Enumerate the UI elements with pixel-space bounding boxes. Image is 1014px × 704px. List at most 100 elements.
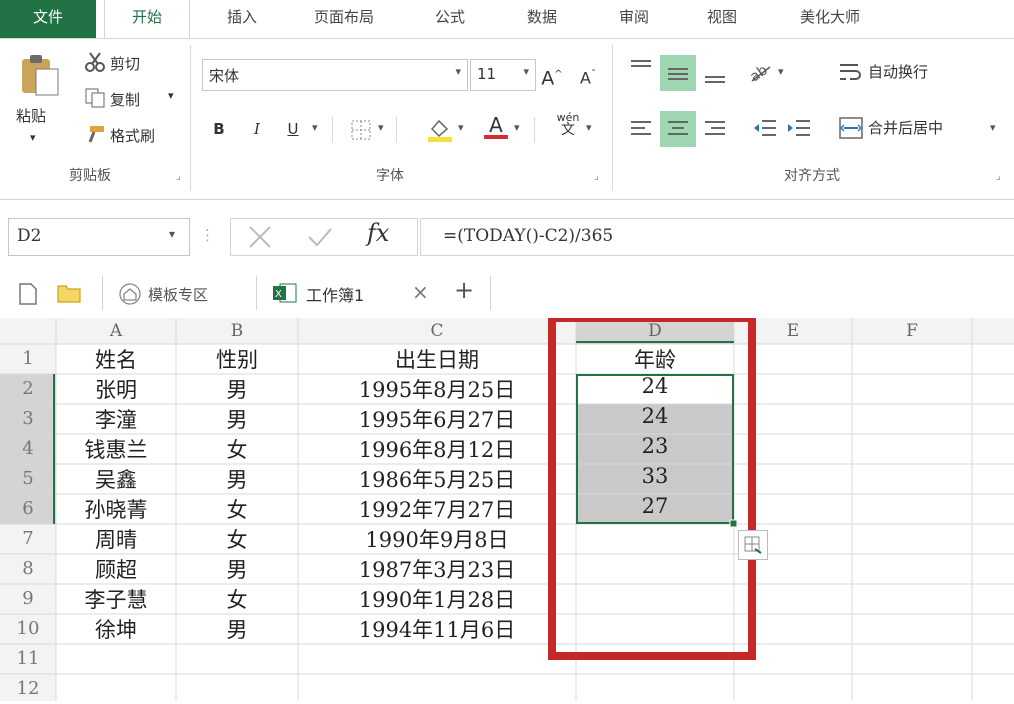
paste-dropdown-icon[interactable]: ▾ bbox=[30, 131, 36, 144]
row-header[interactable]: 6 bbox=[0, 494, 56, 524]
cell-b6[interactable]: 女 bbox=[176, 494, 298, 524]
font-launcher-icon[interactable]: ⌟ bbox=[594, 171, 599, 182]
new-file-icon[interactable] bbox=[18, 282, 38, 306]
cell-d5[interactable]: 33 bbox=[576, 464, 734, 488]
cell-c3[interactable]: 1995年6月27日 bbox=[298, 404, 576, 434]
cell-b8[interactable]: 男 bbox=[176, 554, 298, 584]
cell-a5[interactable]: 吴鑫 bbox=[56, 464, 176, 494]
paste-icon[interactable] bbox=[14, 51, 62, 99]
align-bottom-icon[interactable] bbox=[702, 55, 728, 89]
cell-c8[interactable]: 1987年3月23日 bbox=[298, 554, 576, 584]
row-header[interactable]: 11 bbox=[0, 644, 56, 674]
add-tab-button[interactable]: + bbox=[454, 276, 474, 304]
cell-b4[interactable]: 女 bbox=[176, 434, 298, 464]
column-header-a[interactable]: A bbox=[56, 318, 176, 344]
cell-c4[interactable]: 1996年8月12日 bbox=[298, 434, 576, 464]
menu-tab-insert[interactable]: 插入 bbox=[212, 0, 272, 38]
column-header-c[interactable]: C bbox=[298, 318, 576, 344]
bold-button[interactable]: B bbox=[206, 115, 232, 143]
cell-d6[interactable]: 27 bbox=[576, 494, 734, 518]
cell-b7[interactable]: 女 bbox=[176, 524, 298, 554]
cell-a1[interactable]: 姓名 bbox=[56, 344, 176, 374]
row-header[interactable]: 12 bbox=[0, 674, 56, 704]
menu-tab-formulas[interactable]: 公式 bbox=[420, 0, 480, 38]
cell-c5[interactable]: 1986年5月25日 bbox=[298, 464, 576, 494]
column-header-b[interactable]: B bbox=[176, 318, 298, 344]
cell-b1[interactable]: 性别 bbox=[176, 344, 298, 374]
copy-dropdown-icon[interactable]: ▾ bbox=[168, 89, 174, 102]
column-header-e[interactable]: E bbox=[734, 318, 852, 344]
cell-c7[interactable]: 1990年9月8日 bbox=[298, 524, 576, 554]
clipboard-launcher-icon[interactable]: ⌟ bbox=[176, 171, 181, 182]
increase-indent-icon[interactable] bbox=[786, 115, 812, 141]
cell-b2[interactable]: 男 bbox=[176, 374, 298, 404]
open-folder-icon[interactable] bbox=[56, 282, 82, 304]
cell-b3[interactable]: 男 bbox=[176, 404, 298, 434]
tab-workbook1[interactable]: X 工作簿1 × bbox=[264, 272, 436, 316]
alignment-launcher-icon[interactable]: ⌟ bbox=[996, 171, 1001, 182]
phonetic-dropdown-icon[interactable]: ▾ bbox=[586, 121, 592, 134]
cell-a4[interactable]: 钱惠兰 bbox=[56, 434, 176, 464]
cell-b10[interactable]: 男 bbox=[176, 614, 298, 644]
menu-tab-data[interactable]: 数据 bbox=[512, 0, 572, 38]
cell-a9[interactable]: 李子慧 bbox=[56, 584, 176, 614]
shrink-font-button[interactable]: Aˇ bbox=[576, 61, 600, 92]
tab-template-center[interactable]: 模板专区 bbox=[148, 284, 208, 305]
font-size-dropdown-icon[interactable]: ▾ bbox=[523, 65, 529, 78]
font-name-dropdown-icon[interactable]: ▾ bbox=[455, 65, 461, 78]
cell-a2[interactable]: 张明 bbox=[56, 374, 176, 404]
row-header[interactable]: 2 bbox=[0, 374, 56, 404]
cell-c2[interactable]: 1995年8月25日 bbox=[298, 374, 576, 404]
wrap-text-button[interactable]: 自动换行 bbox=[868, 61, 928, 82]
menu-file[interactable]: 文件 bbox=[0, 0, 96, 38]
border-icon[interactable] bbox=[350, 119, 372, 141]
cut-button[interactable]: 剪切 bbox=[110, 53, 140, 74]
column-header-f[interactable]: F bbox=[852, 318, 972, 344]
quick-analysis-icon[interactable] bbox=[738, 530, 768, 560]
spreadsheet-grid[interactable]: A B C D E F 1 姓名 性别 出生日期 年龄 2 张明 男 1995年… bbox=[0, 318, 1014, 701]
row-header[interactable]: 8 bbox=[0, 554, 56, 584]
fill-color-dropdown-icon[interactable]: ▾ bbox=[458, 121, 464, 134]
menu-tab-home[interactable]: 开始 bbox=[104, 0, 190, 39]
decrease-indent-icon[interactable] bbox=[752, 115, 778, 141]
paste-button[interactable]: 粘贴 bbox=[16, 105, 46, 126]
cell-c6[interactable]: 1992年7月27日 bbox=[298, 494, 576, 524]
menu-tab-review[interactable]: 审阅 bbox=[604, 0, 664, 38]
orientation-icon[interactable]: ab bbox=[747, 59, 774, 85]
name-box[interactable]: D2 ▾ bbox=[8, 218, 190, 256]
insert-function-button[interactable]: fx bbox=[367, 219, 389, 247]
copy-button[interactable]: 复制 bbox=[110, 89, 140, 110]
cell-d4[interactable]: 23 bbox=[576, 434, 734, 458]
align-center-icon[interactable] bbox=[660, 111, 696, 147]
row-header[interactable]: 7 bbox=[0, 524, 56, 554]
row-header[interactable]: 10 bbox=[0, 614, 56, 644]
merge-center-dropdown-icon[interactable]: ▾ bbox=[990, 121, 996, 134]
cell-a3[interactable]: 李潼 bbox=[56, 404, 176, 434]
format-painter-button[interactable]: 格式刷 bbox=[110, 125, 155, 146]
cancel-icon[interactable] bbox=[245, 223, 275, 251]
menu-tab-view[interactable]: 视图 bbox=[692, 0, 752, 38]
italic-button[interactable]: I bbox=[244, 115, 270, 143]
cell-c9[interactable]: 1990年1月28日 bbox=[298, 584, 576, 614]
cell-c10[interactable]: 1994年11月6日 bbox=[298, 614, 576, 644]
align-middle-icon[interactable] bbox=[660, 55, 696, 91]
cell-b5[interactable]: 男 bbox=[176, 464, 298, 494]
column-header-d[interactable]: D bbox=[576, 318, 734, 344]
formula-input[interactable]: =(TODAY()-C2)/365 bbox=[420, 218, 1014, 256]
row-header[interactable]: 9 bbox=[0, 584, 56, 614]
border-dropdown-icon[interactable]: ▾ bbox=[378, 121, 384, 134]
name-box-dropdown-icon[interactable]: ▾ bbox=[169, 227, 175, 241]
close-tab-icon[interactable]: × bbox=[412, 280, 429, 304]
row-header[interactable]: 5 bbox=[0, 464, 56, 494]
cell-a8[interactable]: 顾超 bbox=[56, 554, 176, 584]
fill-color-icon[interactable] bbox=[426, 115, 454, 143]
menu-tab-page-layout[interactable]: 页面布局 bbox=[298, 0, 390, 38]
cell-a6[interactable]: 孙晓菁 bbox=[56, 494, 176, 524]
cell-d1[interactable]: 年龄 bbox=[576, 344, 734, 374]
row-header[interactable]: 3 bbox=[0, 404, 56, 434]
underline-button[interactable]: U bbox=[280, 115, 306, 143]
align-left-icon[interactable] bbox=[628, 113, 654, 143]
font-color-dropdown-icon[interactable]: ▾ bbox=[514, 121, 520, 134]
merge-center-button[interactable]: 合并后居中 bbox=[868, 117, 943, 138]
row-header[interactable]: 4 bbox=[0, 434, 56, 464]
